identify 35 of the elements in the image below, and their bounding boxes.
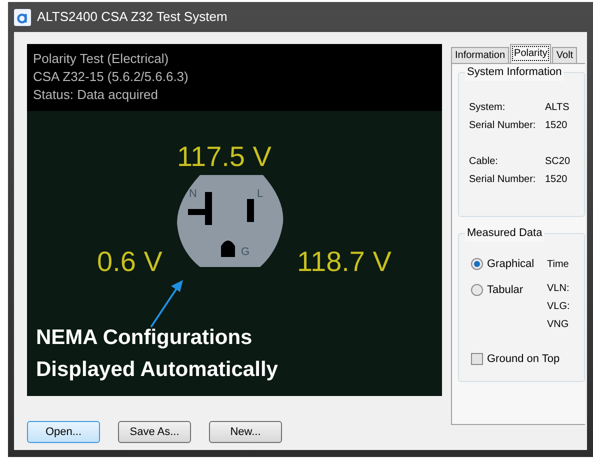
field-label: VLN: (547, 282, 570, 296)
field-label: Serial Number: (469, 173, 537, 187)
group-title: Measured Data (465, 225, 544, 242)
status-text: Polarity Test (Electrical) (33, 50, 170, 68)
field-label: VNG (547, 318, 570, 332)
tab[interactable]: Information (451, 47, 510, 63)
pointer-arrow (149, 280, 185, 329)
voltage-reading: 0.6 V (97, 245, 162, 279)
tab[interactable]: Volt (552, 47, 578, 63)
button[interactable]: New... (209, 421, 282, 443)
status-text: Status: Data acquired (33, 86, 160, 104)
window-title: ALTS2400 CSA Z32 Test System (37, 8, 228, 26)
radio-option[interactable]: Tabular (471, 282, 547, 298)
checkbox-option[interactable]: Ground on Top (471, 351, 560, 368)
annotation-text: Displayed Automatically (36, 357, 278, 383)
button[interactable]: Save As... (118, 421, 191, 443)
annotation-text: NEMA Configurations (36, 325, 254, 351)
app-logo-icon (14, 8, 31, 26)
button[interactable]: Open... (27, 421, 100, 443)
tab[interactable]: Polarity (510, 44, 552, 63)
field-label: VLG: (547, 300, 570, 314)
status-text: CSA Z32-15 (5.6.2/5.6.6.3) (33, 68, 190, 86)
field-value: ALTS (545, 101, 570, 115)
field-value: 1520 (545, 119, 568, 133)
field-label: Cable: (469, 155, 499, 169)
group-title: System Information (465, 64, 564, 80)
voltage-reading: 118.7 V (297, 245, 392, 279)
field-value: SC20 (545, 155, 570, 169)
field-label: Serial Number: (469, 119, 537, 133)
voltage-reading: 117.5 V (177, 140, 272, 174)
outlet-drawing: N L G (175, 175, 285, 268)
field-value: 1520 (545, 173, 568, 187)
field-label: Time (547, 258, 570, 272)
field-label: System: (469, 101, 506, 115)
radio-option[interactable]: Graphical (471, 256, 547, 272)
